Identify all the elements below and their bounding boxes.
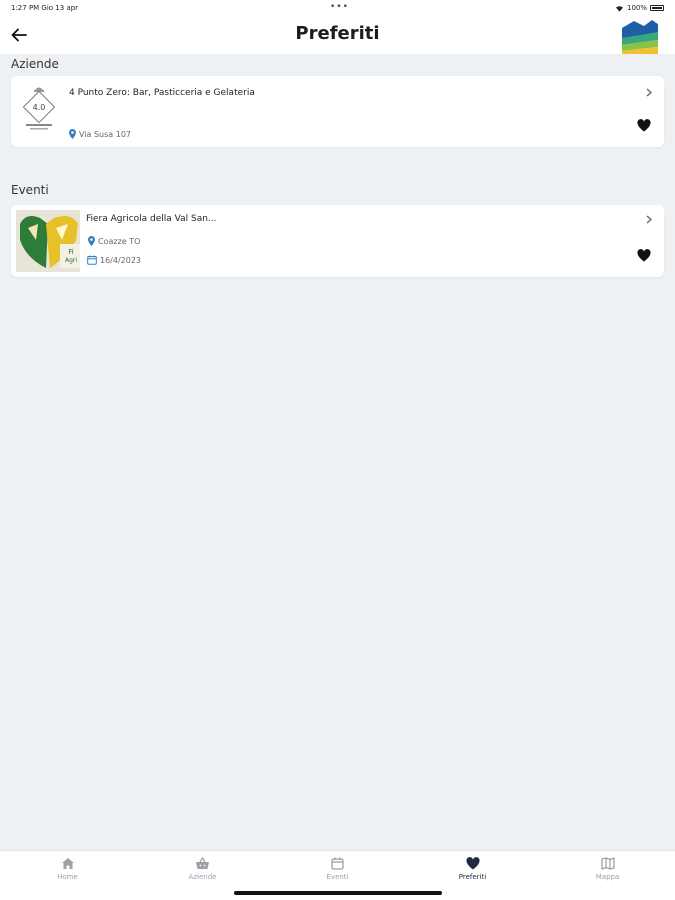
event-location-row: Coazze TO	[88, 236, 140, 246]
map-pin-icon	[69, 129, 76, 139]
calendar-icon	[331, 857, 344, 870]
svg-text:Agri: Agri	[65, 257, 77, 264]
status-right: 100%	[615, 4, 664, 12]
battery-percent: 100%	[626, 4, 647, 12]
app-logo	[622, 20, 658, 54]
tab-aziende-label: Aziende	[188, 873, 217, 881]
map-pin-icon	[88, 236, 95, 246]
multitask-dots[interactable]: •••	[330, 2, 349, 12]
event-title: Fiera Agricola della Val San...	[86, 214, 217, 224]
chevron-right-icon[interactable]	[644, 87, 654, 97]
tab-preferiti-label: Preferiti	[458, 873, 487, 881]
company-logo: 4.0	[23, 87, 55, 130]
company-name: 4 Punto Zero: Bar, Pasticceria e Gelater…	[69, 88, 255, 98]
company-address: Via Susa 107	[79, 129, 131, 139]
event-location: Coazze TO	[98, 236, 141, 246]
tab-mappa-label: Mappa	[595, 873, 620, 881]
heart-icon	[465, 857, 480, 870]
heart-filled-icon[interactable]	[637, 119, 651, 132]
favorite-event-card[interactable]: Fi Agri Fiera Agricola della Val San... …	[11, 205, 664, 277]
company-address-row: Via Susa 107	[69, 129, 131, 139]
status-bar: 1:27 PM Gio 13 apr ••• 100%	[0, 0, 675, 16]
favorite-company-card[interactable]: 4.0 4 Punto Zero: Bar, Pasticceria e Gel…	[11, 76, 664, 147]
page-title: Preferiti	[295, 23, 380, 44]
tab-home[interactable]: Home	[0, 851, 135, 900]
tab-mappa[interactable]: Mappa	[540, 851, 675, 900]
status-time: 1:27 PM Gio 13 apr	[11, 4, 79, 12]
svg-text:Fi: Fi	[68, 248, 74, 256]
svg-text:4.0: 4.0	[33, 103, 46, 112]
event-date-row: 16/4/2023	[87, 255, 141, 265]
home-indicator[interactable]	[234, 891, 442, 895]
home-icon	[61, 858, 74, 869]
basket-icon	[196, 857, 209, 869]
section-label-eventi: Eventi	[11, 183, 49, 197]
section-label-aziende: Aziende	[11, 57, 59, 71]
app-header: Preferiti	[0, 16, 675, 54]
tab-eventi-label: Eventi	[326, 873, 349, 881]
calendar-icon	[87, 255, 97, 265]
map-icon	[600, 857, 615, 870]
tab-home-label: Home	[57, 873, 78, 881]
event-date: 16/4/2023	[100, 255, 142, 265]
heart-filled-icon[interactable]	[637, 249, 651, 262]
wifi-icon	[615, 5, 623, 12]
battery-icon	[650, 5, 664, 11]
chevron-right-icon[interactable]	[644, 214, 654, 224]
event-thumbnail: Fi Agri	[16, 210, 80, 272]
